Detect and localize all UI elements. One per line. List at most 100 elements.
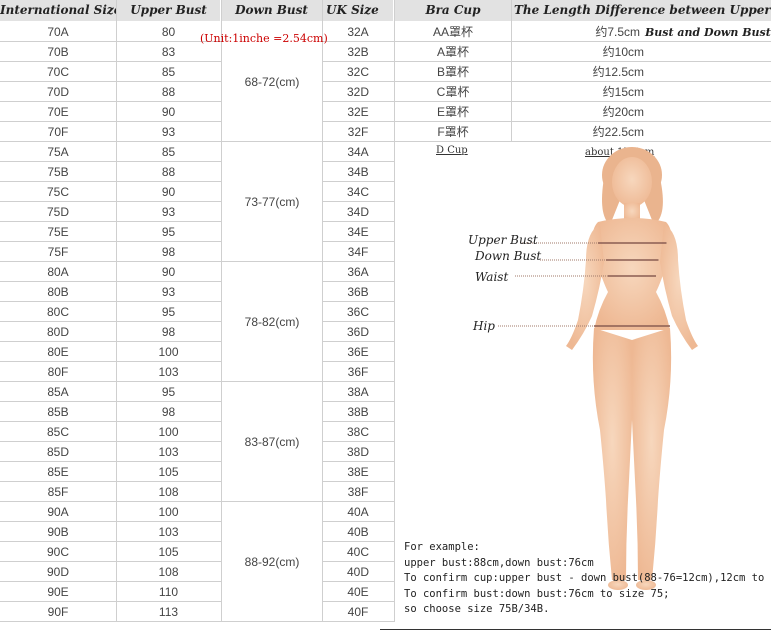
upper-bust-cell: 85 [161,145,176,159]
example-line: For example: [404,541,480,553]
down-bust-group-cell: 83-87(cm) [244,435,300,449]
uk-size-cell: 36E [347,345,369,359]
header-down-bust: Down Bust [221,0,322,21]
upper-bust-cell: 95 [161,305,176,319]
upper-bust-cell: 90 [161,105,176,119]
uk-size-cell: 34C [346,185,369,199]
bra-cup-cell: AA罩杯 [432,25,473,39]
intl-size-cell: 85F [47,485,69,499]
header-bra-cup: Bra Cup [395,0,511,21]
upper-bust-cell: 108 [158,485,179,499]
uk-size-cell: 32D [346,85,369,99]
intl-size-cell: 70C [46,65,69,79]
upper-bust-cell: 83 [161,45,176,59]
cup-row-divider [395,141,771,142]
length-diff-cell: 约22.5cm [592,125,644,139]
uk-size-cell: 34D [346,205,369,219]
intl-size-cell: 70F [47,125,69,139]
uk-size-cell: 36F [347,365,369,379]
intl-size-cell: 85C [46,425,69,439]
down-bust-group-cell: 78-82(cm) [244,315,300,329]
upper-bust-cell: 100 [158,425,179,439]
uk-size-cell: 38B [347,405,369,419]
upper-bust-cell: 98 [161,325,176,339]
cup-column-divider [511,0,512,142]
uk-size-cell: 40A [347,505,369,519]
upper-bust-cell: 98 [161,405,176,419]
upper-bust-cell: 93 [161,205,176,219]
label-waist: Waist [475,270,509,284]
bra-cup-cell: E罩杯 [436,105,469,119]
intl-size-cell: 70B [47,45,69,59]
example-line: upper bust:88cm,down bust:76cm [404,556,594,569]
intl-size-cell: 75B [47,165,69,179]
upper-bust-cell: 105 [158,545,179,559]
example-line: To confirm bust:down bust:76cm to size 7… [404,587,670,600]
intl-size-cell: 75F [47,245,69,259]
upper-bust-cell: 103 [158,365,179,379]
header-length-difference-cont: Bust and Down Bust [645,26,771,39]
uk-size-cell: 32C [346,65,369,79]
bra-cup-cell: B罩杯 [436,65,469,79]
column-divider [116,0,117,622]
upper-bust-cell: 90 [161,265,176,279]
upper-bust-cell: 100 [158,345,179,359]
label-down-bust: Down Bust [475,249,542,263]
uk-size-cell: 38C [346,425,369,439]
upper-bust-cell: 95 [161,225,176,239]
intl-size-cell: 90E [47,585,69,599]
intl-size-cell: 80B [47,285,69,299]
intl-size-cell: 75E [47,225,69,239]
upper-bust-cell: 103 [158,445,179,459]
uk-size-cell: 32B [347,45,369,59]
d-cup-diff: about 17.5cm [585,147,655,158]
intl-size-cell: 80F [47,365,69,379]
upper-bust-cell: 98 [161,245,176,259]
intl-size-cell: 75D [46,205,69,219]
uk-size-cell: 40D [346,565,369,579]
group-divider [221,621,323,622]
row-divider [0,621,221,622]
bra-cup-cell: A罩杯 [436,45,469,59]
uk-size-cell: 38D [346,445,369,459]
intl-size-cell: 85A [47,385,69,399]
column-divider [322,0,323,622]
intl-size-cell: 85E [47,465,69,479]
length-diff-cell: 约15cm [602,85,644,99]
upper-bust-cell: 113 [158,605,179,619]
upper-bust-cell: 88 [161,165,176,179]
intl-size-cell: 70D [46,85,69,99]
d-cup-label: D Cup [436,145,468,156]
uk-size-cell: 34B [347,165,369,179]
row-divider [323,621,395,622]
intl-size-cell: 80C [46,305,69,319]
uk-size-cell: 36C [346,305,369,319]
upper-bust-cell: 90 [161,185,176,199]
upper-bust-cell: 88 [161,85,176,99]
intl-size-cell: 80A [47,265,69,279]
example-text: For example: upper bust:88cm,down bust:7… [404,540,771,618]
length-diff-cell: 约20cm [602,105,644,119]
bra-cup-cell: C罩杯 [436,85,470,99]
label-upper-bust: Upper Bust [468,233,538,247]
intl-size-cell: 90D [46,565,69,579]
upper-bust-cell: 110 [158,585,179,599]
length-diff-cell: 约12.5cm [592,65,644,79]
bra-cup-cell: F罩杯 [437,125,469,139]
uk-size-cell: 32E [347,105,369,119]
uk-size-cell: 38F [347,485,369,499]
header-uk-size: UK Size [323,0,393,21]
example-line: so choose size 75B/34B. [404,603,550,615]
intl-size-cell: 75C [46,185,69,199]
uk-size-cell: 34A [347,145,369,159]
upper-bust-cell: 108 [158,565,179,579]
uk-size-cell: 36B [347,285,369,299]
uk-size-cell: 36D [346,325,369,339]
intl-size-cell: 70A [47,25,69,39]
length-diff-cell: 约10cm [602,45,644,59]
intl-size-cell: 85D [46,445,69,459]
uk-size-cell: 32A [347,25,369,39]
column-divider [221,0,222,622]
intl-size-cell: 80E [47,345,69,359]
uk-size-cell: 38A [347,385,369,399]
